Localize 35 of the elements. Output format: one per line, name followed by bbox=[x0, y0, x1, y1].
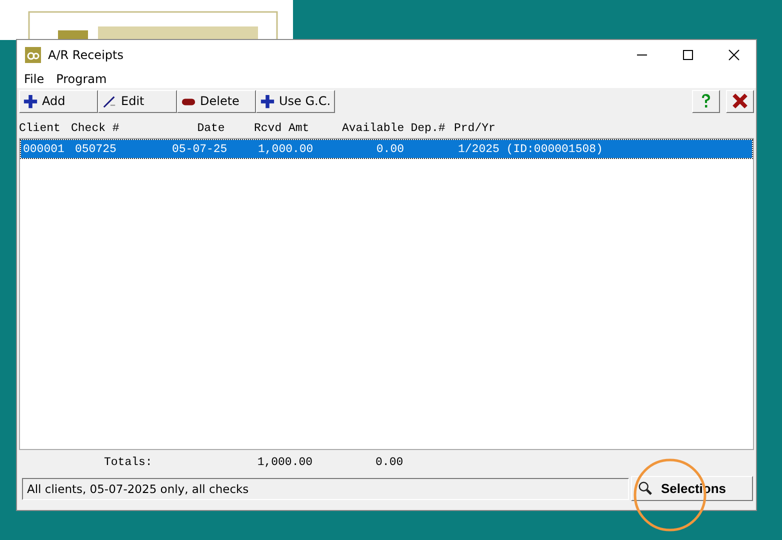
app-icon bbox=[25, 47, 41, 63]
menu-item[interactable]: Program bbox=[56, 72, 107, 86]
totals-label: Totals: bbox=[104, 456, 152, 468]
totals-value: 0.00 bbox=[376, 456, 404, 468]
column-header[interactable]: Date bbox=[168, 122, 254, 134]
plus-icon bbox=[23, 94, 38, 108]
toolbar-button[interactable]: Edit bbox=[98, 90, 177, 112]
column-header[interactable]: Check # bbox=[71, 122, 168, 134]
column-header[interactable]: Available bbox=[342, 122, 402, 134]
menu-item[interactable]: File bbox=[24, 72, 44, 86]
table-cell-text: 1,000.00 bbox=[257, 142, 314, 156]
table-cell-text: 000001 bbox=[22, 142, 66, 156]
status-text: All clients, 05-07-2025 only, all checks bbox=[22, 478, 629, 500]
maximize-icon[interactable] bbox=[682, 49, 694, 61]
table-row[interactable]: 000001 050725 05-07-25 1,000.00 0.00 1/2025 (ID:000001508) bbox=[21, 140, 752, 158]
exit-button[interactable] bbox=[726, 90, 754, 112]
toolbar-button[interactable]: Add bbox=[19, 90, 98, 112]
table-cell-text: 050725 bbox=[74, 142, 118, 156]
toolbar-button[interactable]: Delete bbox=[177, 90, 256, 112]
column-header[interactable]: Rcvd Amt bbox=[254, 122, 342, 134]
toolbar-button[interactable]: Use G.C. bbox=[256, 90, 335, 112]
close-icon[interactable] bbox=[728, 49, 740, 61]
pen-icon bbox=[102, 94, 117, 108]
totals-value: 1,000.00 bbox=[257, 456, 313, 468]
close-icon bbox=[732, 93, 748, 109]
plus-icon bbox=[260, 94, 275, 108]
magnifier-icon bbox=[638, 481, 653, 496]
column-header[interactable]: Prd/Yr bbox=[454, 122, 714, 134]
table-cell-text: 05-07-25 bbox=[171, 142, 228, 156]
table-cell-text: 0.00 bbox=[375, 142, 404, 156]
column-header[interactable]: Dep.# bbox=[402, 122, 454, 134]
window-title: A/R Receipts bbox=[48, 48, 124, 62]
table-cell-text: 1/2025 (ID:000001508) bbox=[457, 142, 604, 156]
column-header[interactable]: Client bbox=[19, 122, 71, 134]
help-button[interactable] bbox=[692, 90, 720, 112]
